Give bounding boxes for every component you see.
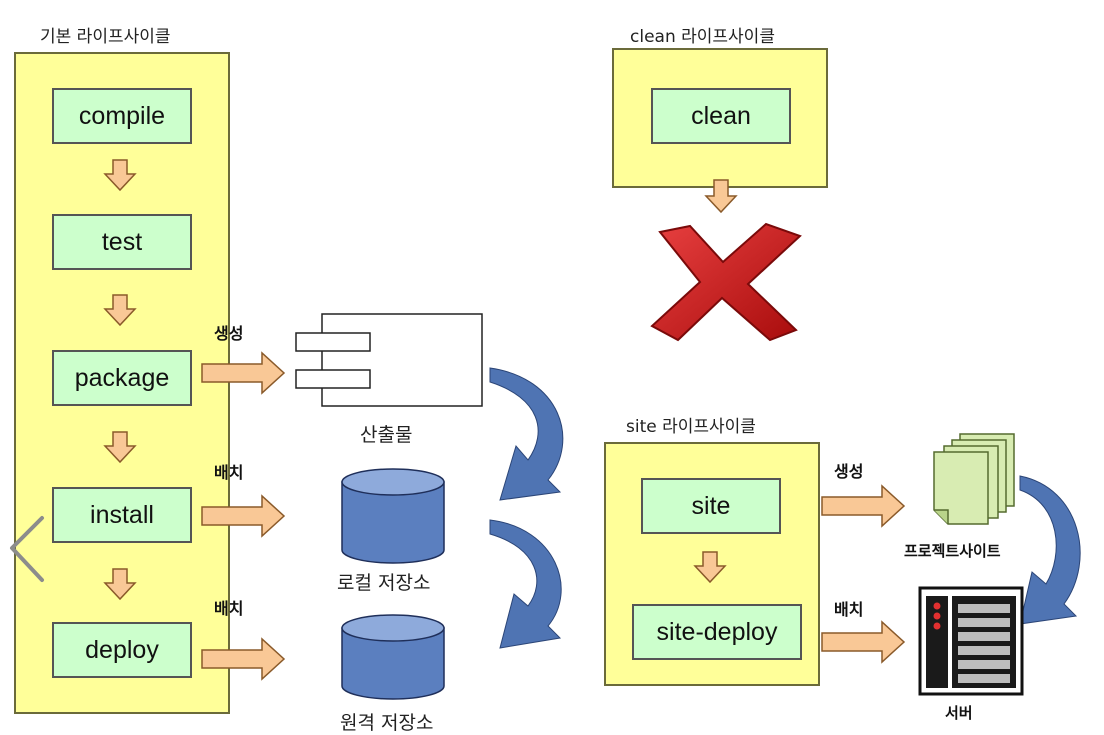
curve-arrow-artifact-to-local (489, 367, 564, 501)
right-arrow-site-deploy (821, 620, 906, 664)
curve-arrow-local-to-remote (489, 519, 562, 649)
down-arrow-compile-test (103, 159, 137, 192)
chevron-left-icon[interactable] (10, 516, 44, 582)
database-icon (341, 614, 445, 700)
down-arrow-test-package (103, 294, 137, 327)
down-arrow-install-deploy (103, 568, 137, 601)
component-icon (295, 313, 483, 407)
right-arrow-package (201, 351, 286, 395)
right-arrow-install (201, 494, 286, 538)
right-arrow-deploy (201, 637, 286, 681)
down-arrow-site (693, 551, 727, 584)
curve-arrow-site-to-server (1019, 475, 1081, 625)
server-icon (918, 586, 1024, 696)
database-icon (341, 468, 445, 564)
down-arrow-package-install (103, 431, 137, 464)
diagram-graphics (10, 159, 1081, 700)
document-stack-icon (933, 433, 1015, 525)
down-arrow-clean (704, 179, 738, 214)
x-mark-icon (650, 222, 802, 342)
right-arrow-site (821, 484, 906, 528)
